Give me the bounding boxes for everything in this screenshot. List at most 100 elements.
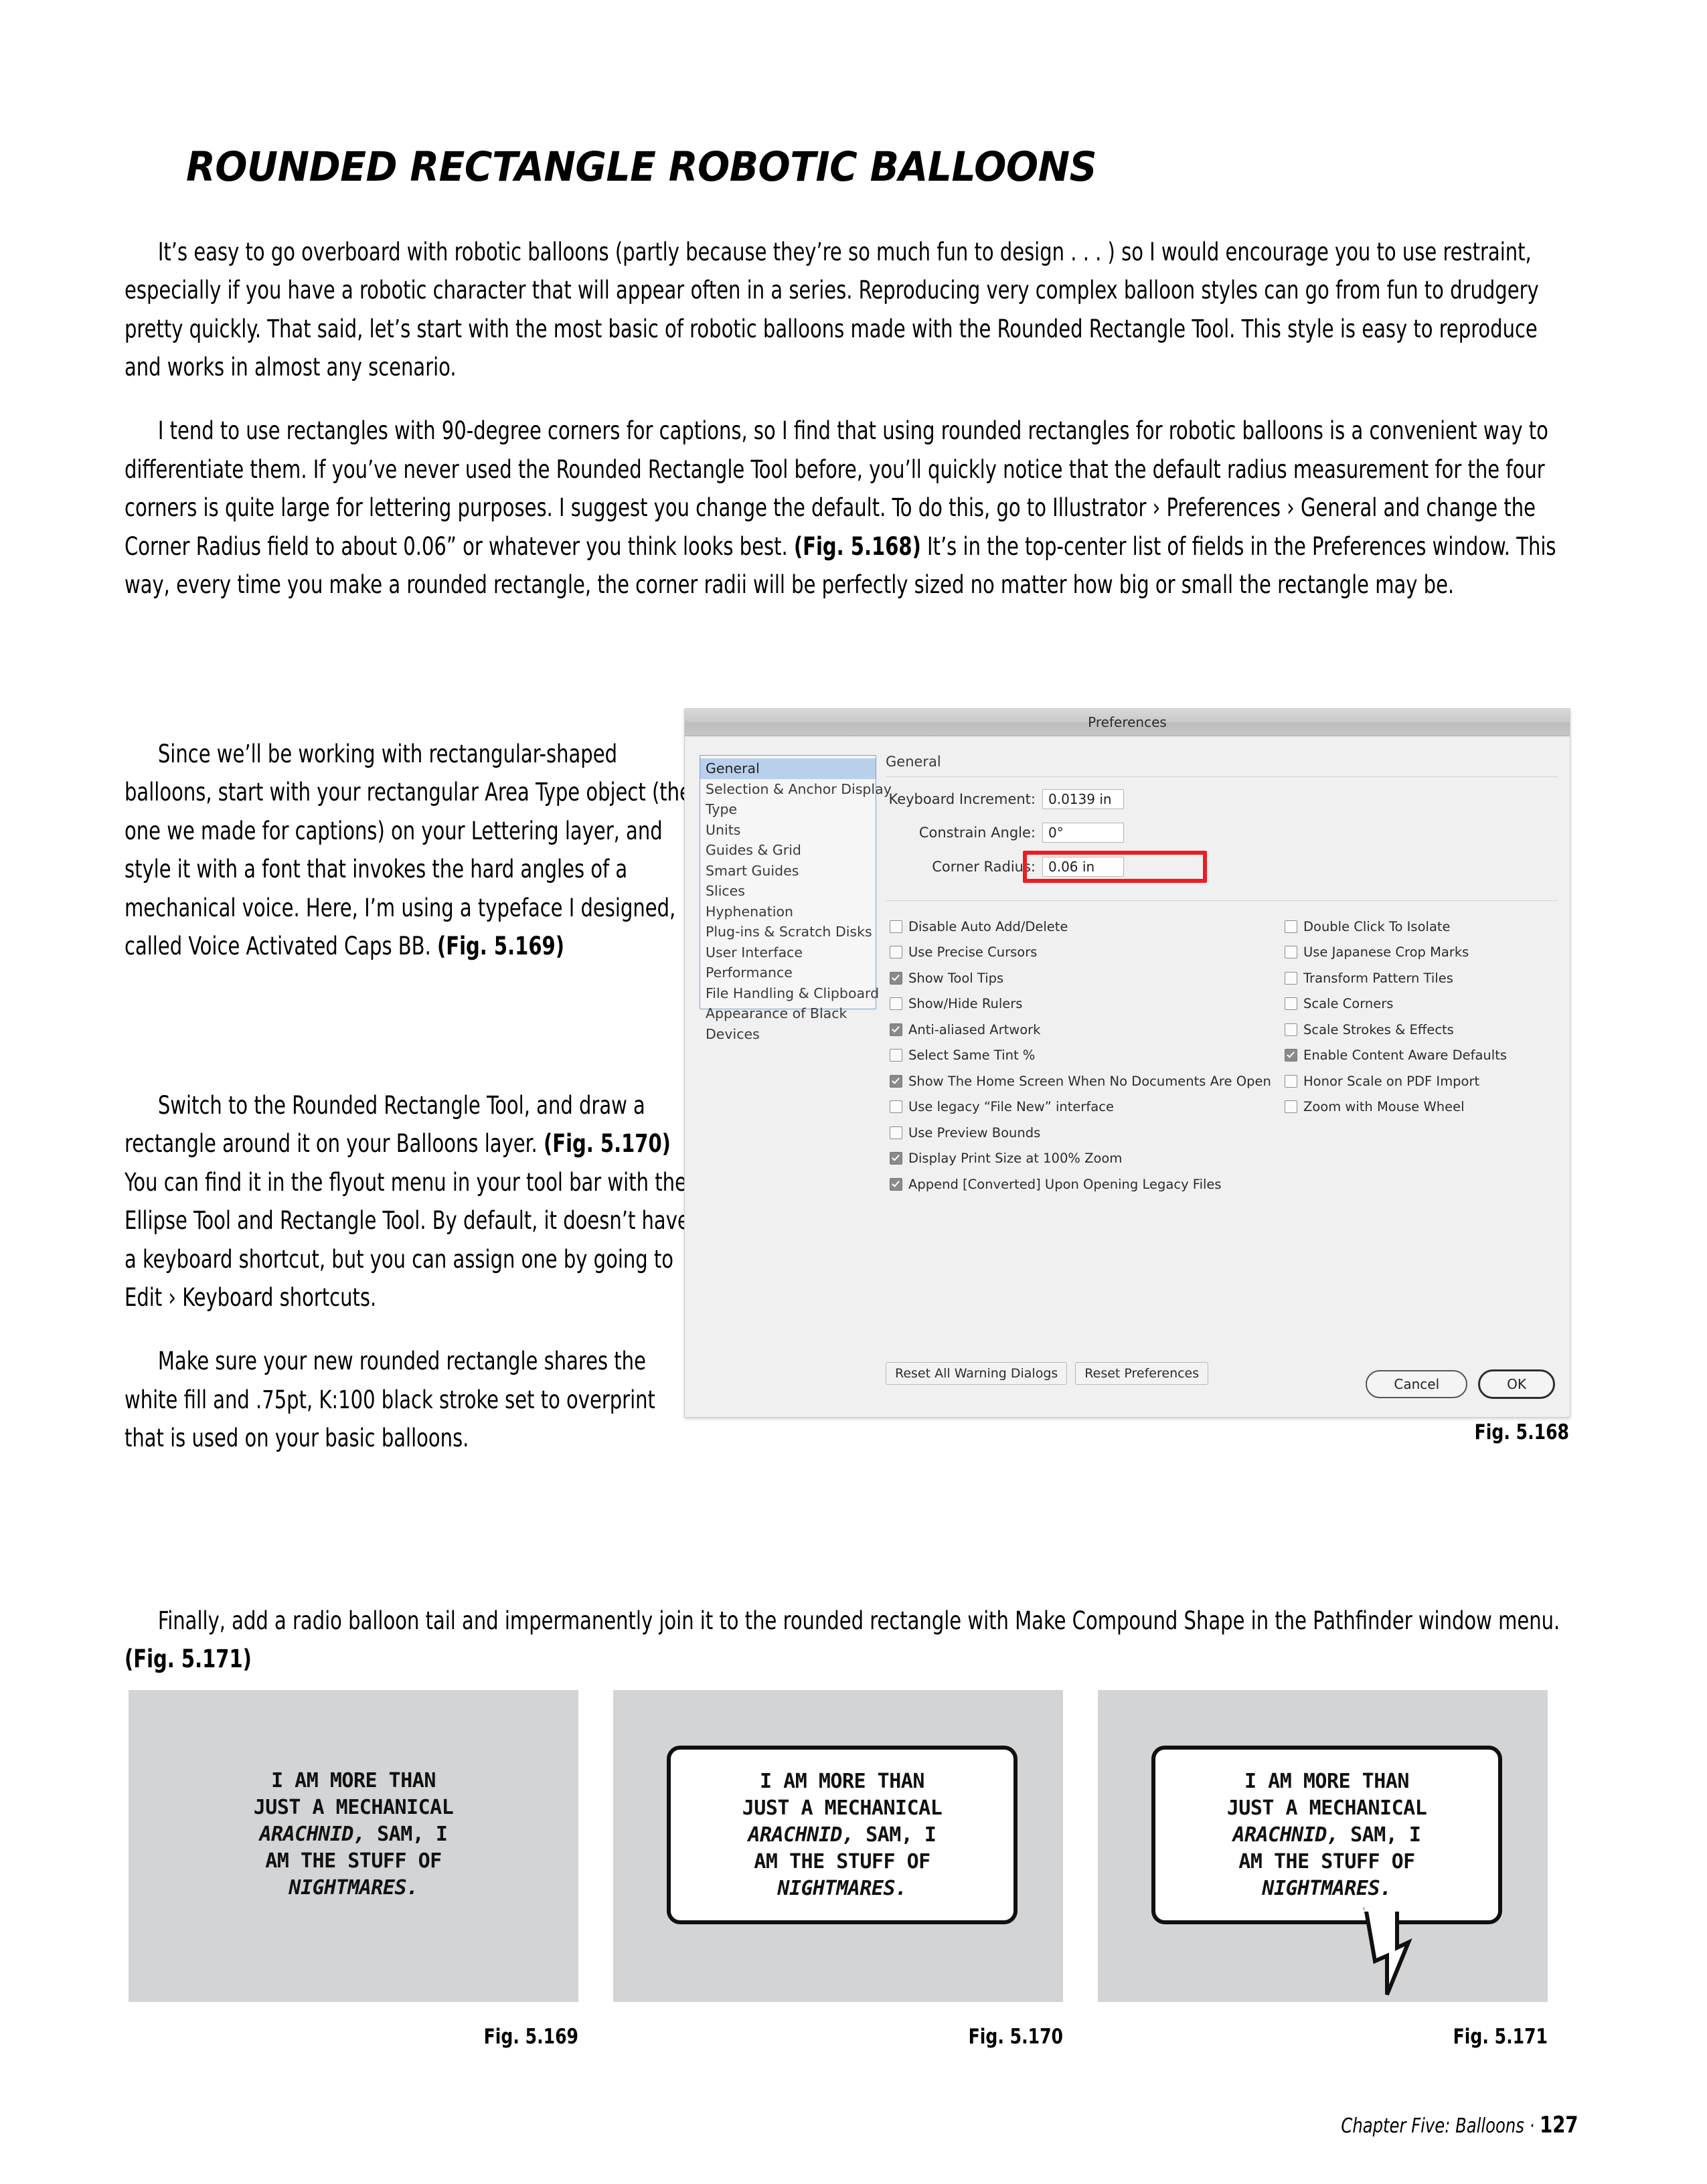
dialog-title: Preferences <box>1088 714 1167 730</box>
checkbox-select-same-tint[interactable]: Select Same Tint % <box>890 1045 1271 1066</box>
fig-ref-5168: (Fig. 5.168) <box>793 531 921 561</box>
sidebar-item-file-handling-clipboard[interactable]: File Handling & Clipboard <box>700 983 879 1004</box>
checkbox-empty-icon[interactable] <box>1285 946 1297 958</box>
paragraph-5: Make sure your new rounded rectangle sha… <box>125 1346 655 1452</box>
page-footer: Chapter Five: Balloons · 127 <box>1342 2112 1578 2138</box>
checkbox-transform-pattern-tiles[interactable]: Transform Pattern Tiles <box>1285 967 1507 989</box>
checkbox-use-legacy-file-new-interface[interactable]: Use legacy “File New” interface <box>890 1096 1271 1118</box>
checkmark-icon[interactable] <box>890 1074 902 1088</box>
preferences-category-list[interactable]: General Selection & Anchor Display Type Uni… <box>700 755 892 1042</box>
checkbox-label: Show Tool Tips <box>908 970 1004 986</box>
checkbox-label: Zoom with Mouse Wheel <box>1303 1099 1465 1114</box>
sidebar-item-general[interactable]: General <box>700 758 876 779</box>
checkbox-display-print-size-at-100-zoom[interactable]: Display Print Size at 100% Zoom <box>890 1148 1271 1169</box>
sidebar-item-devices[interactable]: Devices <box>700 1024 876 1045</box>
balloon-line: AM THE STUFF OF <box>754 1849 930 1873</box>
checkbox-empty-icon[interactable] <box>890 997 902 1010</box>
reset-all-warning-dialogs-button[interactable]: Reset All Warning Dialogs <box>886 1362 1068 1385</box>
cancel-button[interactable]: Cancel <box>1366 1370 1468 1398</box>
checkbox-empty-icon[interactable] <box>1285 971 1297 985</box>
sidebar-item-slices[interactable]: Slices <box>700 881 876 902</box>
checkmark-icon[interactable] <box>890 1177 902 1191</box>
sidebar-item-hyphenation[interactable]: Hyphenation <box>700 902 876 922</box>
paragraph-4: Switch to the Rounded Rectangle Tool, an… <box>125 1086 692 1317</box>
sidebar-item-appearance-of-black[interactable]: Appearance of Black <box>700 1003 876 1024</box>
keyboard-increment-row: Keyboard Increment: 0.0139 in <box>886 788 1558 811</box>
checkbox-use-japanese-crop-marks[interactable]: Use Japanese Crop Marks <box>1285 942 1507 963</box>
checkbox-use-preview-bounds[interactable]: Use Preview Bounds <box>890 1122 1271 1143</box>
paragraph-6: Finally, add a radio balloon tail and im… <box>125 1602 1575 1679</box>
checkbox-label: Disable Auto Add/Delete <box>908 918 1068 934</box>
checkbox-empty-icon[interactable] <box>1285 1074 1297 1088</box>
paragraph-3-part-a: Since we’ll be working with rectangular-… <box>125 738 692 961</box>
sidebar-item-performance[interactable]: Performance <box>700 962 876 983</box>
checkbox-label: Show/Hide Rulers <box>908 996 1023 1011</box>
checkbox-empty-icon[interactable] <box>1285 1023 1297 1036</box>
balloon-line: JUST A MECHANICAL <box>1226 1796 1427 1820</box>
keyboard-increment-input[interactable]: 0.0139 in <box>1042 789 1124 809</box>
constrain-angle-label: Constrain Angle: <box>918 825 1036 841</box>
constrain-angle-input[interactable]: 0° <box>1042 823 1124 843</box>
checkbox-append-converted-upon-opening-legacy-files[interactable]: Append [Converted] Upon Opening Legacy F… <box>890 1173 1271 1195</box>
checkbox-label: Anti-aliased Artwork <box>908 1021 1041 1037</box>
balloon-line: ARACHNID, SAM, I <box>748 1823 937 1847</box>
checkbox-use-precise-cursors[interactable]: Use Precise Cursors <box>890 942 1271 963</box>
checkbox-show-the-home-screen-when-no-documents-are-open[interactable]: Show The Home Screen When No Documents A… <box>890 1070 1271 1092</box>
ok-button[interactable]: OK <box>1478 1369 1555 1399</box>
balloon-emphasis: NIGHTMARES. <box>777 1876 907 1900</box>
sidebar-item-smart-guides[interactable]: Smart Guides <box>700 861 876 881</box>
corner-radius-input[interactable]: 0.06 in <box>1042 857 1124 877</box>
checkbox-scale-strokes-effects[interactable]: Scale Strokes & Effects <box>1285 1019 1507 1040</box>
checkbox-empty-icon[interactable] <box>890 1100 902 1113</box>
checkbox-show-tool-tips[interactable]: Show Tool Tips <box>890 967 1271 989</box>
sidebar-item-plug-ins-scratch-disks[interactable]: Plug-ins & Scratch Disks <box>700 922 876 942</box>
checkbox-anti-aliased-artwork[interactable]: Anti-aliased Artwork <box>890 1019 1271 1040</box>
checkbox-label: Double Click To Isolate <box>1303 918 1451 934</box>
sidebar-item-user-interface[interactable]: User Interface <box>700 942 876 963</box>
checkbox-enable-content-aware-defaults[interactable]: Enable Content Aware Defaults <box>1285 1045 1507 1066</box>
checkbox-zoom-with-mouse-wheel[interactable]: Zoom with Mouse Wheel <box>1285 1096 1507 1118</box>
checkbox-label: Select Same Tint % <box>908 1047 1036 1063</box>
checkmark-icon[interactable] <box>1285 1049 1297 1062</box>
sidebar-item-selection-anchor-display[interactable]: Selection & Anchor Display <box>700 779 892 800</box>
fig-ref-5171: (Fig. 5.171) <box>125 1644 252 1673</box>
sidebar-item-guides-grid[interactable]: Guides & Grid <box>700 840 876 861</box>
checkbox-label: Scale Corners <box>1303 996 1394 1011</box>
checkbox-label: Show The Home Screen When No Documents A… <box>908 1073 1271 1089</box>
checkbox-label: Use Japanese Crop Marks <box>1303 944 1469 960</box>
balloon-emphasis: NIGHTMARES. <box>289 1876 418 1900</box>
reset-preferences-button[interactable]: Reset Preferences <box>1075 1362 1209 1385</box>
checkbox-empty-icon[interactable] <box>890 1049 902 1062</box>
balloon-line: I AM MORE THAN <box>760 1769 924 1793</box>
checkbox-honor-scale-on-pdf-import[interactable]: Honor Scale on PDF Import <box>1285 1070 1507 1092</box>
paragraph-2: I tend to use rectangles with 90-degree … <box>125 412 1575 604</box>
checkmark-icon[interactable] <box>890 971 902 985</box>
checkbox-empty-icon[interactable] <box>1285 1100 1297 1113</box>
checkbox-empty-icon[interactable] <box>890 946 902 958</box>
sidebar-item-units[interactable]: Units <box>700 820 876 841</box>
checkbox-empty-icon[interactable] <box>890 1126 902 1139</box>
rounded-rectangle-balloon: I AM MORE THAN JUST A MECHANICAL ARACHNID,… <box>667 1746 1018 1924</box>
sidebar-item-type[interactable]: Type <box>700 799 876 820</box>
corner-radius-label: Corner Radius: <box>932 859 1036 875</box>
checkbox-label: Enable Content Aware Defaults <box>1303 1047 1508 1063</box>
checkbox-empty-icon[interactable] <box>890 920 902 933</box>
checkbox-disable-auto-add-delete[interactable]: Disable Auto Add/Delete <box>890 916 1271 937</box>
checkmark-icon[interactable] <box>890 1152 902 1165</box>
checkbox-double-click-to-isolate[interactable]: Double Click To Isolate <box>1285 916 1507 937</box>
checkbox-label: Use legacy “File New” interface <box>908 1099 1114 1114</box>
paragraph-1: It’s easy to go overboard with robotic b… <box>125 236 1539 382</box>
checkbox-empty-icon[interactable] <box>1285 920 1297 933</box>
checkbox-show-hide-rulers[interactable]: Show/Hide Rulers <box>890 993 1271 1015</box>
checkmark-icon[interactable] <box>890 1023 902 1036</box>
balloon-line: ARACHNID, SAM, I <box>1232 1823 1421 1847</box>
balloon-text-boxed: I AM MORE THAN JUST A MECHANICAL ARACHNID,… <box>742 1768 943 1902</box>
balloon-emphasis: ARACHNID, <box>259 1823 366 1846</box>
balloon-line: I AM MORE THAN <box>1244 1769 1409 1793</box>
checkbox-label: Honor Scale on PDF Import <box>1303 1073 1480 1089</box>
balloon-emphasis: ARACHNID, <box>1232 1823 1339 1847</box>
checkbox-empty-icon[interactable] <box>1285 997 1297 1010</box>
paragraph-4-part-b: You can find it in the flyout menu in yo… <box>125 1167 689 1313</box>
checkbox-scale-corners[interactable]: Scale Corners <box>1285 993 1507 1015</box>
figure-5169: I AM MORE THAN JUST A MECHANICAL ARACHNID,… <box>129 1690 578 2002</box>
